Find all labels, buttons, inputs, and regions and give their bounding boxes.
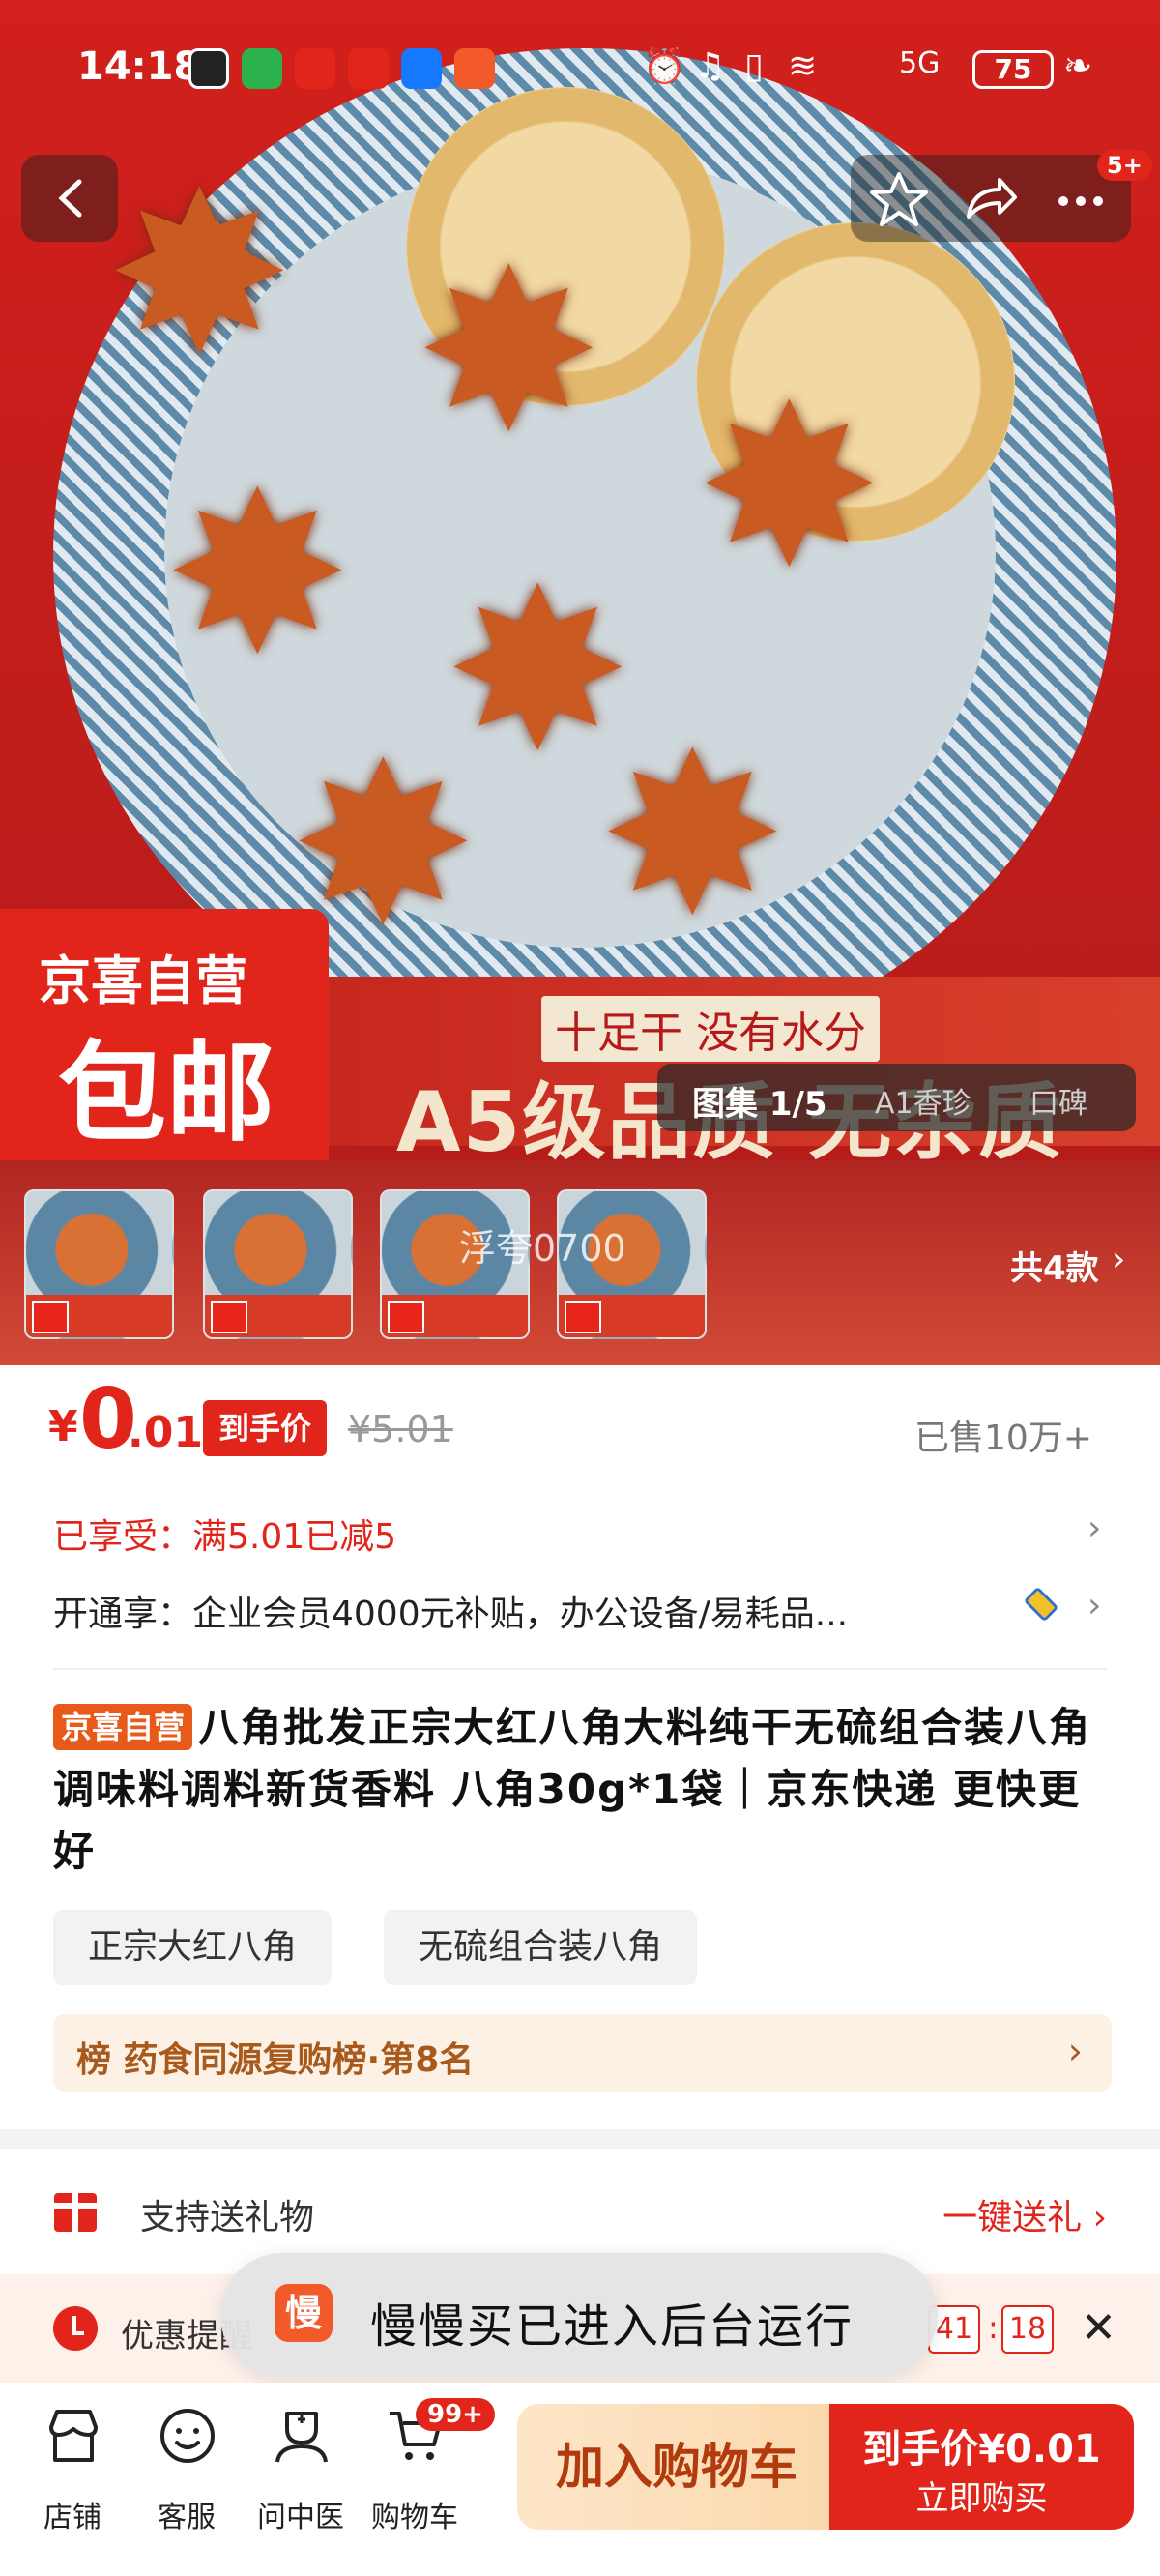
nav-customer-service-label: 客服 — [158, 2501, 216, 2534]
more-badge: 5+ — [1097, 150, 1152, 181]
add-to-cart-button[interactable]: 加入购物车 — [517, 2404, 836, 2530]
nfc-icon — [188, 48, 229, 89]
star-anise: ✸ — [416, 223, 602, 482]
price-currency: ¥ — [48, 1402, 78, 1451]
final-price-tag: 到手价 — [203, 1400, 328, 1456]
share-icon[interactable] — [959, 168, 1021, 230]
clock-icon — [53, 2306, 98, 2351]
chevron-right-icon: › — [1067, 2030, 1083, 2072]
nav-doctor[interactable]: 问中医 — [238, 2406, 363, 2534]
hero-slogan-small: 十足干 没有水分 — [541, 996, 880, 1062]
style-thumbnail[interactable] — [24, 1189, 174, 1339]
countdown-seconds: 18 — [1001, 2305, 1054, 2354]
gift-label: 支持送礼物 — [140, 2198, 315, 2238]
chevron-right-icon[interactable]: › — [1088, 1508, 1101, 1548]
gallery-tabs[interactable]: 图集 1/5 A1香珍 口碑 — [657, 1064, 1136, 1131]
nav-customer-service[interactable]: 客服 — [124, 2406, 249, 2534]
star-favorite-icon[interactable] — [868, 168, 930, 230]
status-bar: 14:18 ⏰ ♫ ▯ ≋ 5G 75 ❧ — [0, 0, 1160, 135]
store-icon — [49, 2410, 98, 2462]
back-button[interactable] — [21, 155, 118, 242]
background-run-toast: 慢 慢慢买已进入后台运行 — [220, 2253, 938, 2377]
star-anise: ✸ — [164, 446, 351, 704]
thumbnail-banner — [26, 1295, 172, 1337]
divider — [53, 1668, 1107, 1670]
header-actions — [851, 155, 1131, 242]
headphones-icon: ♫ — [694, 46, 726, 86]
spec-chip[interactable]: 正宗大红八角 — [53, 1910, 333, 1985]
thumbnail-banner — [559, 1295, 705, 1337]
promo-applied[interactable]: 已享受：满5.01已减5 — [53, 1508, 396, 1559]
vibrate-icon: ▯ — [744, 46, 764, 86]
battery-indicator: 75 — [972, 50, 1054, 89]
spec-chip[interactable]: 无硫组合装八角 — [384, 1910, 698, 1985]
gallery-tab-album[interactable]: 图集 1/5 — [692, 1077, 827, 1125]
price-decimal: .01 — [128, 1408, 203, 1457]
send-gift-link[interactable]: 一键送礼 › — [942, 2189, 1107, 2239]
ranking-label: 榜 药食同源复购榜·第8名 — [76, 2040, 475, 2080]
buy-now-price: 到手价¥0.01 — [862, 2427, 1101, 2472]
chevron-left-icon — [58, 179, 82, 218]
manmanmai-icon — [454, 48, 495, 89]
network-label: 5G — [899, 46, 941, 80]
wechat-icon — [242, 48, 282, 89]
jingxi-badge: 京喜自营 包邮 — [0, 909, 329, 1160]
thumbnail-banner — [205, 1295, 351, 1337]
gift-icon — [50, 2193, 101, 2232]
star-anise: ✸ — [696, 359, 883, 617]
app-notification-icon — [295, 48, 335, 89]
jingxi-badge-line2: 包邮 — [58, 1031, 275, 1156]
app-notification-icon — [348, 48, 389, 89]
product-title: 京喜自营 八角批发正宗大红八角大料纯干无硫组合装八角调味料调料新货香料 八角30g… — [53, 1697, 1116, 1883]
product-page: ✸ ✸ ✸ ✸ ✸ ✸ ✸ 十足干 没有水分 A5级品质 无杂质 京喜自营 包邮… — [0, 0, 1160, 2576]
alarm-icon: ⏰ — [643, 47, 686, 87]
star-anise: ✸ — [599, 707, 786, 965]
chevron-right-icon[interactable]: › — [1112, 1240, 1125, 1279]
nav-store[interactable]: 店铺 — [10, 2406, 135, 2534]
jingxi-badge-line1: 京喜自营 — [39, 951, 247, 1011]
ranking-banner[interactable]: 榜 药食同源复购榜·第8名 › — [53, 2014, 1112, 2092]
watermark-text: 浮夸0700 — [459, 1227, 626, 1270]
jingxi-self-run-badge: 京喜自营 — [53, 1704, 193, 1750]
style-thumbnail[interactable] — [203, 1189, 353, 1339]
product-title-text: 八角批发正宗大红八角大料纯干无硫组合装八角调味料调料新货香料 八角30g*1袋｜… — [53, 1704, 1092, 1875]
doctor-icon — [276, 2412, 328, 2463]
gallery-tab-reviews[interactable]: 口碑 — [1030, 1079, 1088, 1122]
wifi-icon: ≋ — [788, 46, 818, 86]
thumbnail-banner — [382, 1295, 528, 1337]
original-price: ¥5.01 — [348, 1408, 453, 1450]
alipay-icon — [401, 48, 442, 89]
leaf-icon: ❧ — [1063, 46, 1093, 86]
buy-now-label: 立即购买 — [915, 2479, 1048, 2518]
chevron-right-icon[interactable]: › — [1088, 1586, 1101, 1625]
countdown-separator: : — [988, 2309, 999, 2346]
status-time: 14:18 — [77, 44, 201, 89]
customer-service-icon — [160, 2409, 215, 2463]
manmanmai-app-icon: 慢 — [275, 2284, 333, 2342]
nav-doctor-label: 问中医 — [257, 2501, 344, 2534]
star-anise: ✸ — [106, 146, 293, 404]
gallery-tab-2[interactable]: A1香珍 — [875, 1079, 972, 1122]
cart-count-badge: 99+ — [416, 2398, 495, 2431]
style-count[interactable]: 共4款 — [1010, 1242, 1099, 1289]
toast-message: 慢慢买已进入后台运行 — [370, 2299, 855, 2354]
nav-cart-label: 购物车 — [371, 2501, 458, 2534]
nav-store-label: 店铺 — [44, 2501, 102, 2534]
promo-membership[interactable]: 开通享：企业会员4000元补贴，办公设备/易耗品... — [53, 1586, 848, 1636]
buy-now-button[interactable]: 到手价¥0.01 立即购买 — [829, 2404, 1134, 2530]
sold-count: 已售10万+ — [914, 1419, 1092, 1458]
close-icon[interactable]: ✕ — [1081, 2303, 1116, 2353]
